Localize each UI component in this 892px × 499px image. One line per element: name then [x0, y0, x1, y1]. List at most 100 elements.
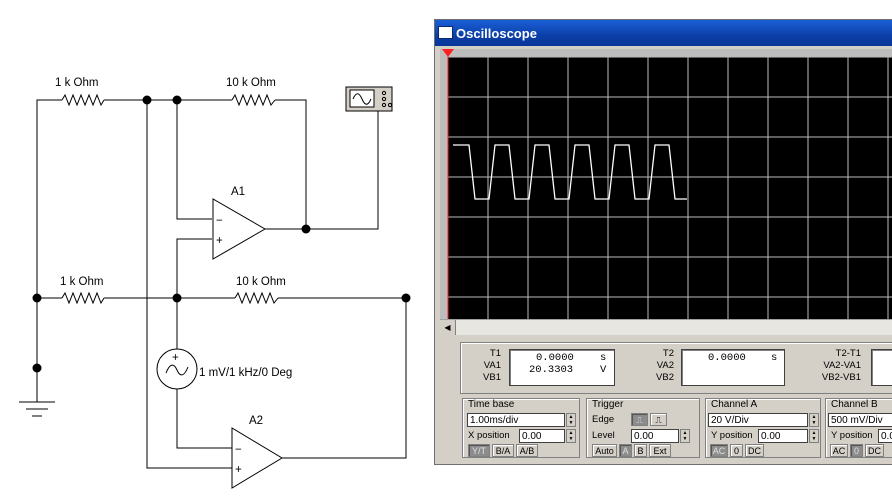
source-label: 1 mV/1 kHz/0 Deg: [199, 367, 292, 379]
va2va1-label: VA2-VA1: [823, 360, 861, 371]
screen-background: [448, 57, 892, 319]
scope-screen[interactable]: [440, 49, 892, 319]
timebase-spinner-icon[interactable]: ▲ ▼: [566, 413, 576, 427]
t1-label: T1: [489, 348, 501, 359]
channel-a-title: Channel A: [711, 399, 758, 410]
channel-b-group: Channel B 500 mV/Div Y position 0.00 AC …: [825, 398, 892, 458]
channel-b-ac-button[interactable]: AC: [830, 444, 848, 457]
opamp-a2[interactable]: [231, 427, 283, 489]
channel-a-scale-field[interactable]: 20 V/Div: [708, 413, 808, 427]
junction-dot: [172, 293, 182, 303]
a1-plus: +: [216, 235, 223, 247]
vb2vb1-label: VB2-VB1: [821, 372, 861, 383]
scope-plot: [442, 49, 892, 319]
va1-value: 20.3303: [529, 364, 574, 376]
horizontal-scrollbar[interactable]: ◀: [440, 319, 892, 335]
t1-value: 0.0000: [536, 352, 574, 364]
channel-b-ypos-field[interactable]: 0.00: [878, 429, 892, 443]
channel-b-dc-button[interactable]: DC: [865, 444, 884, 457]
wire-a1-minus: [176, 100, 212, 220]
trigger-title: Trigger: [592, 399, 624, 410]
timebase-scale-field[interactable]: 1.00ms/div: [467, 413, 565, 427]
opamp-a1[interactable]: [212, 198, 267, 260]
level-label: Level: [592, 430, 615, 441]
wire-to-scope: [306, 111, 379, 230]
window-titlebar[interactable]: Oscilloscope: [435, 20, 892, 46]
trigger-ext-button[interactable]: Ext: [649, 444, 671, 457]
junction-dot: [401, 293, 411, 303]
t2-value: 0.0000: [708, 352, 746, 364]
trigger-group: Trigger Edge ⎍ ⎍ Level 0.00 ▲ ▼ Auto A B …: [586, 398, 700, 458]
junction-dot: [301, 224, 311, 234]
channel-a-ypos-spinner-icon[interactable]: ▲ ▼: [809, 429, 819, 443]
cursor-readout-panel: T1 VA1 VB1 0.0000 s 20.3303 V T2 VA2 VB2…: [460, 342, 892, 394]
wire-a2-minus: [176, 389, 232, 449]
t2-label: T2: [662, 348, 674, 359]
vb1-label: VB1: [483, 372, 501, 383]
channel-a-ac-button[interactable]: AC: [710, 444, 728, 457]
wire-a2-out: [282, 298, 407, 459]
t2-unit: s: [771, 352, 778, 364]
rising-edge-icon[interactable]: ⎍: [631, 413, 648, 426]
a1-label: A1: [231, 186, 245, 198]
window-icon: [438, 26, 453, 39]
va1-unit: V: [600, 364, 607, 376]
falling-edge-icon[interactable]: ⎍: [650, 413, 667, 426]
channel-b-0-button[interactable]: 0: [850, 444, 863, 457]
va1-label: VA1: [483, 360, 501, 371]
junction-dot: [142, 95, 152, 105]
level-field[interactable]: 0.00: [631, 429, 679, 443]
channel-a-spinner-icon[interactable]: ▲ ▼: [809, 413, 819, 427]
timebase-xpos-field[interactable]: 0.00: [519, 429, 565, 443]
auto-button[interactable]: Auto: [592, 444, 617, 457]
trigger-a-button[interactable]: A: [619, 444, 632, 457]
circuit-schematic: 1 k Ohm 10 k Ohm 1 k Ohm 10 k Ohm 1 mV/1…: [19, 77, 411, 489]
timebase-xpos-label: X position: [468, 430, 510, 441]
wire-left-top: [36, 99, 62, 368]
channel-a-0-button[interactable]: 0: [730, 444, 743, 457]
channel-a-group: Channel A 20 V/Div ▲ ▼ Y position 0.00 ▲ ▼…: [705, 398, 821, 458]
channel-b-scale-field[interactable]: 500 mV/Div: [828, 413, 892, 427]
channel-a-ypos-label: Y position: [711, 430, 753, 441]
t1-readout-box: 0.0000 s 20.3303 V: [509, 349, 615, 386]
a1-minus: −: [216, 215, 223, 227]
vb2-label: VB2: [656, 372, 674, 383]
resistor-r2[interactable]: [231, 93, 276, 107]
wire-a1-plus: [176, 238, 212, 298]
t2t1-label: T2-T1: [835, 348, 861, 359]
timebase-group: Time base 1.00ms/div ▲ ▼ X position 0.00 …: [462, 398, 580, 458]
source-plus: +: [172, 352, 179, 364]
level-spinner-icon[interactable]: ▲ ▼: [680, 429, 690, 443]
t2t1-readout-box: [871, 349, 892, 386]
r4-label: 10 k Ohm: [236, 276, 286, 288]
xpos-spinner-icon[interactable]: ▲ ▼: [566, 429, 576, 443]
channel-b-title: Channel B: [831, 399, 878, 410]
channel-a-ypos-field[interactable]: 0.00: [758, 429, 808, 443]
r3-label: 1 k Ohm: [60, 276, 103, 288]
trigger-b-button[interactable]: B: [634, 444, 647, 457]
a2-plus: +: [235, 464, 242, 476]
r1-label: 1 k Ohm: [55, 77, 98, 89]
edge-label: Edge: [592, 414, 615, 425]
a2-label: A2: [249, 415, 263, 427]
junction-dot: [32, 293, 42, 303]
resistor-r3[interactable]: [61, 291, 105, 305]
oscilloscope-window: Oscilloscope ◀ T1 VA1 VB1 0.0000 s 20.33…: [434, 19, 892, 465]
junction-dot: [32, 363, 42, 373]
resistor-r1[interactable]: [61, 93, 105, 107]
ba-button[interactable]: B/A: [492, 444, 514, 457]
ab-button[interactable]: A/B: [516, 444, 538, 457]
a2-minus: −: [235, 444, 242, 456]
scroll-left-arrow-icon[interactable]: ◀: [440, 320, 456, 335]
t2-readout-box: 0.0000 s: [681, 349, 785, 386]
va2-label: VA2: [656, 360, 674, 371]
channel-a-dc-button[interactable]: DC: [745, 444, 764, 457]
yt-button[interactable]: Y/T: [468, 444, 490, 457]
t1-unit: s: [600, 352, 607, 364]
resistor-r4[interactable]: [234, 291, 279, 305]
window-title: Oscilloscope: [456, 26, 537, 41]
junction-dot: [172, 95, 182, 105]
r2-label: 10 k Ohm: [226, 77, 276, 89]
channel-b-ypos-label: Y position: [831, 430, 873, 441]
wire-feedback-a1: [275, 99, 307, 229]
